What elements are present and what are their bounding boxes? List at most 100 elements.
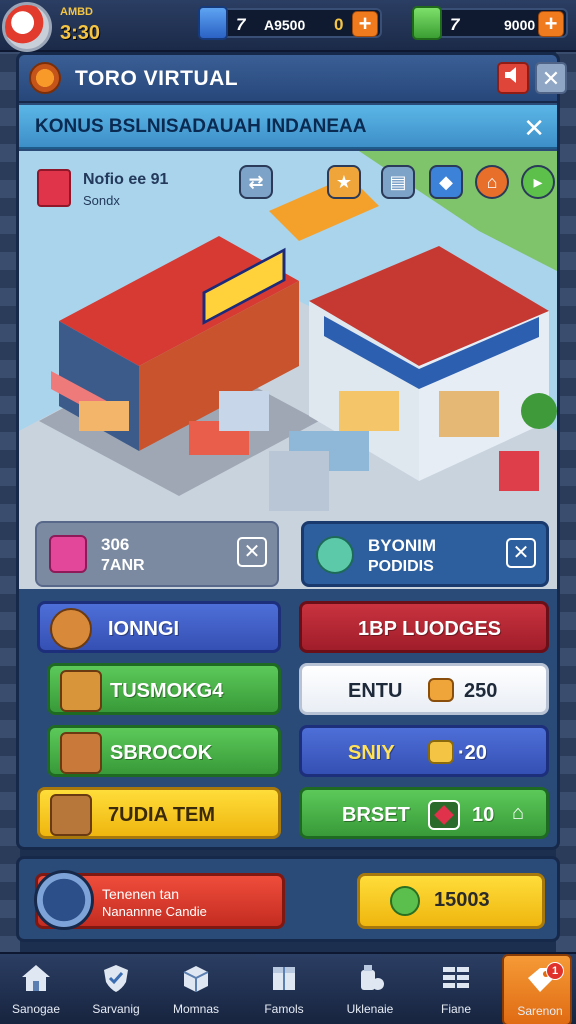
gem-value: A9500 — [264, 17, 306, 33]
subtitle-banner: KONUS BSLNISADAUAH INDANEAA ✕ — [19, 105, 557, 149]
package-icon — [50, 794, 92, 836]
action-1-label: IONNGI — [108, 618, 180, 640]
crate-icon — [50, 608, 92, 650]
promo-line1: Tenenen tan — [102, 886, 180, 902]
nav-item-shield[interactable]: Sarvanig — [80, 954, 152, 1024]
nav-item-bottle[interactable]: Uklenaie — [334, 954, 406, 1024]
nav-label-grid: Fiane — [440, 1002, 472, 1016]
close-window-button[interactable]: ✕ — [535, 62, 567, 94]
entry-value: 250 — [464, 680, 498, 702]
bonus-line1: BYONIM — [368, 536, 436, 555]
action-4-label: 7UDIA TEM — [108, 804, 216, 826]
action-button-2[interactable]: TUSMOKG4 — [47, 663, 281, 715]
stats-button[interactable]: ▤ — [381, 165, 415, 199]
package-icon — [273, 967, 295, 990]
promo-line2: Nanannne Candie — [102, 904, 207, 919]
bonus-card: BYONIM PODIDIS ✕ — [301, 521, 549, 587]
cash-value: 9000 — [504, 17, 536, 33]
lock-icon — [428, 740, 454, 764]
tag-button[interactable]: ◆ — [429, 165, 463, 199]
box-icon — [60, 670, 102, 712]
bonus-button[interactable]: ★ — [327, 165, 361, 199]
coins-button[interactable]: 15003 — [357, 873, 545, 929]
entry-label: ENTU — [348, 680, 403, 702]
action-3-label: SBROCOK — [110, 742, 213, 764]
nav-label-home: Sanogae — [11, 1002, 61, 1016]
blue-gem-icon — [198, 6, 228, 40]
window-title: TORO VIRTUAL — [75, 67, 239, 90]
rocket-icon — [316, 536, 354, 574]
bottom-navigation: Sanogae Sarvanig Momnas Famols Uklenaie … — [0, 952, 576, 1024]
basket-icon — [49, 535, 87, 573]
nav-label-box: Momnas — [172, 1002, 219, 1016]
home-icon — [22, 965, 50, 991]
bottle-icon — [361, 965, 384, 990]
shop-button[interactable]: ⌂ — [475, 165, 509, 199]
subtitle-text: KONUS BSLNISADAUAH INDANEAA — [35, 116, 367, 137]
basket-card: 306 7ANR ✕ — [35, 521, 279, 587]
game-logo-icon[interactable] — [2, 2, 52, 52]
close-bonus-card-button[interactable]: ✕ — [506, 538, 536, 568]
close-banner-button[interactable]: ✕ — [523, 113, 545, 144]
sky-value: ·20 — [458, 742, 487, 764]
shopping-bag-icon — [37, 169, 71, 207]
nav-item-package[interactable]: Famols — [248, 954, 320, 1024]
upgrades-label: 1BP LUODGES — [358, 618, 501, 640]
nav-label-package: Famols — [264, 1002, 304, 1016]
notification-badge: 1 — [546, 962, 564, 980]
nav-label-shield: Sarvanig — [92, 1002, 140, 1016]
close-basket-card-button[interactable]: ✕ — [237, 537, 267, 567]
action-button-1[interactable]: IONNGI — [37, 601, 281, 653]
store-subtitle: Sondx — [83, 193, 120, 208]
play-button[interactable]: ▸ — [521, 165, 555, 199]
gem-count: 7 — [236, 15, 246, 34]
basket-line2: 7ANR — [101, 557, 145, 574]
action-button-4[interactable]: 7UDIA TEM — [37, 787, 281, 839]
action-button-3[interactable]: SBROCOK — [47, 725, 281, 777]
edit-layout-button[interactable]: ⇄ — [239, 165, 273, 199]
store-window: TORO VIRTUAL ✕ KONUS BSLNISADAUAH INDANE… — [16, 52, 567, 850]
action-2-label: TUSMOKG4 — [110, 680, 224, 702]
basket-line1: 306 — [101, 535, 130, 554]
reset-value: 10 — [472, 804, 495, 826]
green-cash-icon — [412, 6, 442, 40]
promo-panel: Tenenen tan Nanannne Candie 15003 — [16, 856, 560, 942]
nav-item-grid[interactable]: Fiane — [420, 954, 492, 1024]
sky-button[interactable]: SNIY ·20 — [299, 725, 549, 777]
box-icon — [183, 966, 209, 992]
add-cash-button[interactable]: + — [538, 11, 564, 37]
shield-icon — [104, 965, 128, 992]
nav-item-home[interactable]: Sanogae — [0, 954, 72, 1024]
store-badge-icon — [29, 62, 61, 94]
gem-extra: 0 — [334, 15, 344, 34]
nav-label-bottle: Uklenaie — [346, 1002, 394, 1016]
reset-label: BRSET — [342, 804, 410, 826]
sound-button[interactable] — [497, 62, 529, 94]
cash-count: 7 — [450, 15, 460, 34]
green-coin-icon — [390, 886, 420, 916]
robot-avatar-icon — [34, 870, 94, 930]
nav-item-box[interactable]: Momnas — [160, 954, 232, 1024]
store-name: Nofio ee 91 — [83, 171, 169, 188]
sky-label: SNIY — [348, 742, 395, 764]
grid-icon — [443, 967, 469, 988]
gem-icon — [428, 800, 460, 830]
coins-value: 15003 — [434, 889, 490, 911]
bonus-line2: PODIDIS — [368, 558, 434, 575]
nav-item-tag[interactable]: Sarenon 1 — [502, 954, 572, 1024]
nav-label-tag: Sarenon — [517, 1004, 563, 1018]
promo-banner[interactable]: Tenenen tan Nanannne Candie — [34, 870, 285, 930]
resource-gems: 7 A9500 0 + — [198, 6, 382, 40]
reset-button[interactable]: BRSET 10 ⌂ — [299, 787, 549, 839]
add-gems-button[interactable]: + — [352, 11, 378, 37]
cart-icon — [60, 732, 102, 774]
window-title-bar: TORO VIRTUAL ✕ — [19, 55, 567, 103]
speaker-icon — [505, 67, 516, 83]
resource-cash: 7 9000 + — [412, 6, 568, 40]
store-scene[interactable]: Nofio ee 91 Sondx ⇄ ★ ▤ ◆ ⌂ ▸ 306 7ANR ✕… — [19, 151, 557, 589]
coin-icon — [428, 678, 454, 702]
upgrades-button[interactable]: 1BP LUODGES — [299, 601, 549, 653]
entry-button[interactable]: ENTU 250 — [299, 663, 549, 715]
home-icon: ⌂ — [512, 802, 525, 824]
hud-time: 3:30 — [60, 22, 101, 44]
